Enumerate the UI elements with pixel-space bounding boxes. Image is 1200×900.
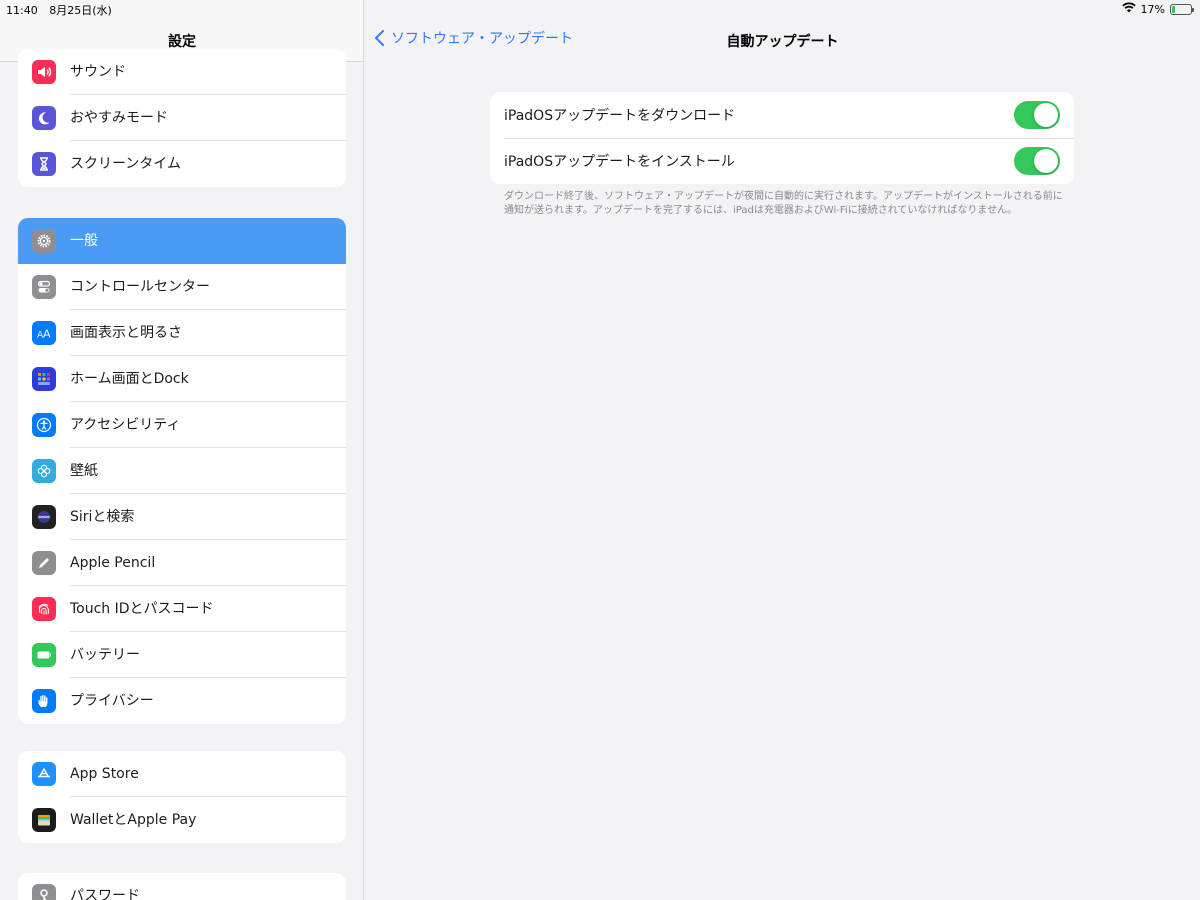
pencil-icon bbox=[32, 551, 56, 575]
sidebar-item-touch-id[interactable]: Touch IDとパスコード bbox=[18, 586, 346, 632]
settings-sidebar: 設定 サウンド おやすみモード スクリーンタイム 一般 コントロールセンター A… bbox=[0, 0, 364, 900]
svg-text:A: A bbox=[43, 328, 51, 341]
page-title: 自動アップデート bbox=[726, 34, 839, 50]
sidebar-item-passwords[interactable]: パスワード bbox=[18, 873, 346, 900]
sidebar-item-label: Apple Pencil bbox=[70, 540, 346, 586]
sidebar-item-wallet[interactable]: WalletとApple Pay bbox=[18, 797, 346, 843]
sidebar-item-wallpaper[interactable]: 壁紙 bbox=[18, 448, 346, 494]
sidebar-item-sound[interactable]: サウンド bbox=[18, 49, 346, 95]
accessibility-icon bbox=[32, 413, 56, 437]
status-bar: 11:40 8月25日(水) 17% bbox=[0, 0, 1200, 18]
sidebar-item-label: App Store bbox=[70, 751, 346, 797]
fingerprint-icon bbox=[32, 597, 56, 621]
battery-level bbox=[1172, 5, 1176, 13]
app-store-icon bbox=[32, 762, 56, 786]
sidebar-item-accessibility[interactable]: アクセシビリティ bbox=[18, 402, 346, 448]
sidebar-item-general[interactable]: 一般 bbox=[18, 218, 346, 264]
sidebar-group-accounts: パスワード bbox=[18, 873, 346, 900]
status-time: 11:40 bbox=[6, 4, 38, 17]
download-updates-toggle[interactable] bbox=[1014, 101, 1060, 129]
hand-icon bbox=[32, 689, 56, 713]
sidebar-item-label: WalletとApple Pay bbox=[70, 812, 197, 828]
sidebar-item-label: 一般 bbox=[70, 233, 98, 249]
flower-icon bbox=[32, 459, 56, 483]
detail-pane: ソフトウェア・アップデート 自動アップデート iPadOSアップデートをダウンロ… bbox=[365, 0, 1200, 900]
gear-icon bbox=[32, 229, 56, 253]
sidebar-item-label: 画面表示と明るさ bbox=[70, 310, 346, 356]
siri-icon bbox=[32, 505, 56, 529]
sidebar-item-screen-time[interactable]: スクリーンタイム bbox=[18, 141, 346, 187]
status-date: 8月25日(水) bbox=[49, 4, 112, 17]
sidebar-item-home-screen[interactable]: ホーム画面とDock bbox=[18, 356, 346, 402]
status-left: 11:40 8月25日(水) bbox=[6, 2, 120, 18]
sidebar-item-label: Siriと検索 bbox=[70, 494, 346, 540]
sidebar-group-general: 一般 コントロールセンター AA 画面表示と明るさ ホーム画面とDock アクセ… bbox=[18, 218, 346, 724]
sidebar-item-label: コントロールセンター bbox=[70, 264, 346, 310]
sidebar-item-siri[interactable]: Siriと検索 bbox=[18, 494, 346, 540]
speaker-icon bbox=[32, 60, 56, 84]
hourglass-icon bbox=[32, 152, 56, 176]
setting-row-install: iPadOSアップデートをインストール bbox=[490, 138, 1074, 184]
switches-icon bbox=[32, 275, 56, 299]
battery-icon bbox=[1170, 3, 1194, 15]
sidebar-title: 設定 bbox=[168, 34, 196, 50]
sidebar-item-battery[interactable]: バッテリー bbox=[18, 632, 346, 678]
text-size-icon: AA bbox=[32, 321, 56, 345]
key-icon bbox=[32, 884, 56, 900]
install-updates-label: iPadOSアップデートをインストール bbox=[504, 154, 735, 170]
auto-update-settings: iPadOSアップデートをダウンロード iPadOSアップデートをインストール bbox=[490, 92, 1074, 184]
sidebar-item-label: プライバシー bbox=[70, 693, 154, 709]
sidebar-item-label: パスワード bbox=[70, 888, 140, 900]
sidebar-group-notifications: サウンド おやすみモード スクリーンタイム bbox=[18, 49, 346, 187]
sidebar-item-privacy[interactable]: プライバシー bbox=[18, 678, 346, 724]
sidebar-item-apple-pencil[interactable]: Apple Pencil bbox=[18, 540, 346, 586]
toggle-knob bbox=[1034, 149, 1058, 173]
wifi-icon bbox=[1121, 2, 1136, 16]
sidebar-item-label: おやすみモード bbox=[70, 95, 346, 141]
sidebar-item-display[interactable]: AA 画面表示と明るさ bbox=[18, 310, 346, 356]
sidebar-item-do-not-disturb[interactable]: おやすみモード bbox=[18, 95, 346, 141]
battery-percent: 17% bbox=[1140, 2, 1165, 16]
download-updates-label: iPadOSアップデートをダウンロード bbox=[504, 108, 736, 124]
sidebar-item-label: Touch IDとパスコード bbox=[70, 586, 346, 632]
sidebar-item-label: 壁紙 bbox=[70, 448, 346, 494]
setting-row-download: iPadOSアップデートをダウンロード bbox=[490, 92, 1074, 138]
sidebar-item-label: サウンド bbox=[70, 49, 346, 95]
sidebar-item-label: バッテリー bbox=[70, 632, 346, 678]
sidebar-item-label: スクリーンタイム bbox=[70, 156, 182, 172]
toggle-knob bbox=[1034, 103, 1058, 127]
install-updates-toggle[interactable] bbox=[1014, 147, 1060, 175]
sidebar-group-store: App Store WalletとApple Pay bbox=[18, 751, 346, 843]
sidebar-item-control-center[interactable]: コントロールセンター bbox=[18, 264, 346, 310]
moon-icon bbox=[32, 106, 56, 130]
battery-icon bbox=[32, 643, 56, 667]
status-right: 17% bbox=[1121, 2, 1194, 16]
sidebar-item-label: アクセシビリティ bbox=[70, 402, 346, 448]
sidebar-item-label: ホーム画面とDock bbox=[70, 356, 346, 402]
wallet-icon bbox=[32, 808, 56, 832]
grid-icon bbox=[32, 367, 56, 391]
sidebar-item-app-store[interactable]: App Store bbox=[18, 751, 346, 797]
auto-update-footnote: ダウンロード終了後、ソフトウェア・アップデートが夜間に自動的に実行されます。アッ… bbox=[504, 191, 1063, 216]
